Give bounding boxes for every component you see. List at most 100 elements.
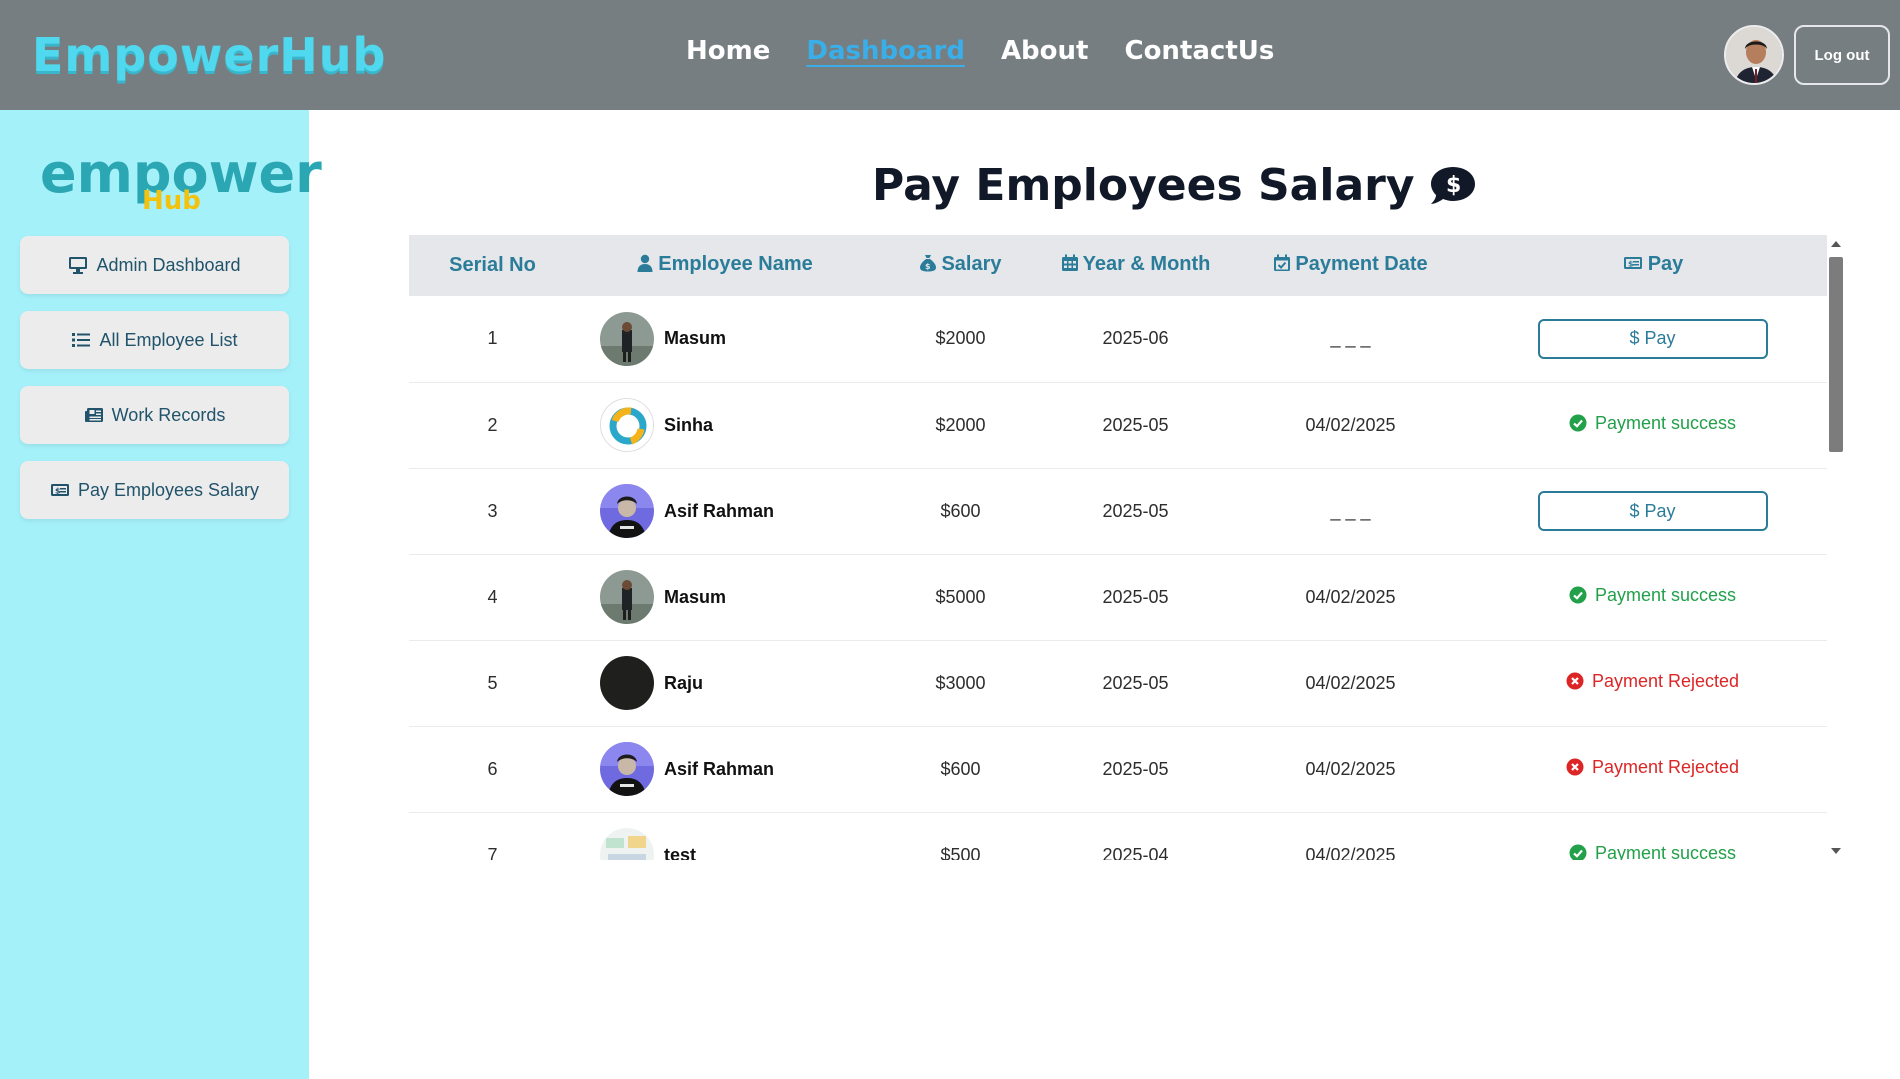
page-title-text: Pay Employees Salary	[872, 160, 1415, 211]
scrollbar-thumb[interactable]	[1829, 257, 1843, 452]
sidebar-logo[interactable]: empower Hub	[40, 142, 322, 222]
cell-year-month: 2025-04	[1102, 844, 1169, 861]
user-avatar[interactable]	[1724, 25, 1784, 85]
cell-year-month: 2025-05	[1102, 586, 1169, 607]
cell-employee: Asif Rahman	[576, 468, 873, 554]
cell-salary: $600	[940, 758, 981, 779]
table-row: 5 Raju $3000 2025-05 04/02/2025 Payment …	[409, 640, 1827, 726]
cell-year-month: 2025-05	[1102, 414, 1169, 435]
svg-text:$: $	[925, 262, 931, 271]
money-bag-icon: $	[920, 255, 937, 272]
sidebar-item-label: All Employee List	[99, 329, 238, 350]
table-header-row: Serial No Employee Name $ Salary Year & M…	[409, 235, 1827, 296]
employee-avatar	[600, 656, 654, 710]
cell-pay: Payment success	[1478, 554, 1827, 640]
cell-employee: Masum	[576, 296, 873, 382]
cell-salary: $500	[940, 844, 981, 861]
employee-name: Asif Rahman	[664, 500, 775, 521]
table-row: 3 Asif Rahman $600 2025-05 _ _ _ $ Pay	[409, 468, 1827, 554]
table-row: 1 Masum $2000 2025-06 _ _ _ $ Pay	[409, 296, 1827, 382]
nav-link-home[interactable]: Home	[686, 36, 770, 66]
cell-serial: 3	[487, 500, 498, 521]
scroll-up-arrow-icon[interactable]	[1831, 241, 1841, 247]
cell-serial: 2	[487, 414, 498, 435]
cell-salary: $600	[940, 500, 981, 521]
cell-payment-date: 04/02/2025	[1305, 672, 1396, 693]
table-scrollbar[interactable]	[1827, 235, 1845, 860]
column-header-payment-date[interactable]: Payment Date	[1223, 235, 1478, 296]
pay-button[interactable]: $ Pay	[1537, 491, 1768, 531]
cell-employee: Asif Rahman	[576, 726, 873, 812]
table-row: 6 Asif Rahman $600 2025-05 04/02/2025 Pa…	[409, 726, 1827, 812]
cell-employee: Raju	[576, 640, 873, 726]
comment-dollar-icon: $	[1430, 166, 1475, 204]
employee-avatar	[600, 570, 654, 624]
sidebar-item-pay-employees-salary[interactable]: $ Pay Employees Salary	[20, 461, 289, 519]
check-circle-icon	[1569, 586, 1587, 604]
check-circle-icon	[1569, 414, 1587, 432]
sidebar-item-label: Pay Employees Salary	[77, 479, 260, 500]
column-header-year-month[interactable]: Year & Month	[1048, 235, 1223, 296]
payment-status: Payment success	[1569, 585, 1736, 606]
check-circle-icon	[1569, 844, 1587, 860]
cell-pay: $ Pay	[1478, 468, 1827, 554]
monitor-icon	[69, 257, 88, 274]
cell-serial: 7	[487, 844, 498, 861]
sidebar-item-work-records[interactable]: Work Records	[20, 386, 289, 444]
sidebar-item-label: Admin Dashboard	[96, 254, 241, 275]
payment-status: Payment success	[1569, 413, 1736, 434]
sidebar-logo-subtext: Hub	[142, 186, 201, 216]
x-circle-icon	[1566, 758, 1584, 776]
payment-status: Payment Rejected	[1566, 671, 1739, 692]
employee-name: Sinha	[664, 414, 714, 435]
calendar-check-icon	[1274, 254, 1291, 271]
page-title: Pay Employees Salary $	[872, 160, 1477, 211]
cell-payment-date: 04/02/2025	[1305, 758, 1396, 779]
newspaper-icon	[84, 408, 103, 422]
salary-table-container[interactable]: Serial No Employee Name $ Salary Year & M…	[409, 235, 1827, 860]
cell-employee: Sinha	[576, 382, 873, 468]
cell-serial: 5	[487, 672, 498, 693]
money-bill-icon: $	[50, 484, 69, 496]
cell-pay: Payment Rejected	[1478, 640, 1827, 726]
sidebar-item-admin-dashboard[interactable]: Admin Dashboard	[20, 236, 289, 294]
nav-link-contactus[interactable]: ContactUs	[1124, 36, 1274, 66]
cell-salary: $2000	[935, 328, 986, 349]
employee-name: test	[664, 844, 697, 861]
nav-link-dashboard[interactable]: Dashboard	[806, 36, 965, 66]
logout-button[interactable]: Log out	[1794, 25, 1890, 85]
calendar-icon	[1061, 254, 1078, 271]
list-icon	[72, 333, 91, 347]
column-header-pay[interactable]: $ Pay	[1478, 235, 1827, 296]
money-bill-icon: $	[1623, 257, 1642, 269]
scroll-down-arrow-icon[interactable]	[1831, 848, 1841, 854]
employee-avatar	[600, 828, 654, 860]
cell-year-month: 2025-05	[1102, 672, 1169, 693]
cell-employee: test	[576, 812, 873, 860]
top-navbar: EmpowerHub Home Dashboard About ContactU…	[0, 0, 1900, 110]
cell-payment-date: _ _ _	[1330, 500, 1371, 521]
employee-avatar	[600, 742, 654, 796]
cell-payment-date: 04/02/2025	[1305, 844, 1396, 861]
cell-pay: $ Pay	[1478, 296, 1827, 382]
employee-name: Masum	[664, 586, 727, 607]
nav-links: Home Dashboard About ContactUs	[686, 36, 1274, 66]
pay-button[interactable]: $ Pay	[1537, 318, 1768, 359]
cell-serial: 6	[487, 758, 498, 779]
cell-pay: Payment Rejected	[1478, 726, 1827, 812]
column-header-salary[interactable]: $ Salary	[873, 235, 1048, 296]
sidebar-item-all-employee-list[interactable]: All Employee List	[20, 311, 289, 369]
cell-year-month: 2025-05	[1102, 500, 1169, 521]
sidebar: empower Hub Admin Dashboard All Employee…	[0, 110, 322, 1079]
brand-logo[interactable]: EmpowerHub	[32, 28, 386, 82]
column-header-employee-name[interactable]: Employee Name	[576, 235, 873, 296]
cell-pay: Payment success	[1478, 382, 1827, 468]
column-header-serial[interactable]: Serial No	[409, 235, 576, 296]
employee-name: Asif Rahman	[664, 758, 775, 779]
cell-salary: $2000	[935, 414, 986, 435]
nav-link-about[interactable]: About	[1001, 36, 1089, 66]
table-row: 2 Sinha $2000 2025-05 04/02/2025 Payment…	[409, 382, 1827, 468]
cell-serial: 4	[487, 586, 498, 607]
cell-salary: $5000	[935, 586, 986, 607]
cell-year-month: 2025-06	[1102, 328, 1169, 349]
